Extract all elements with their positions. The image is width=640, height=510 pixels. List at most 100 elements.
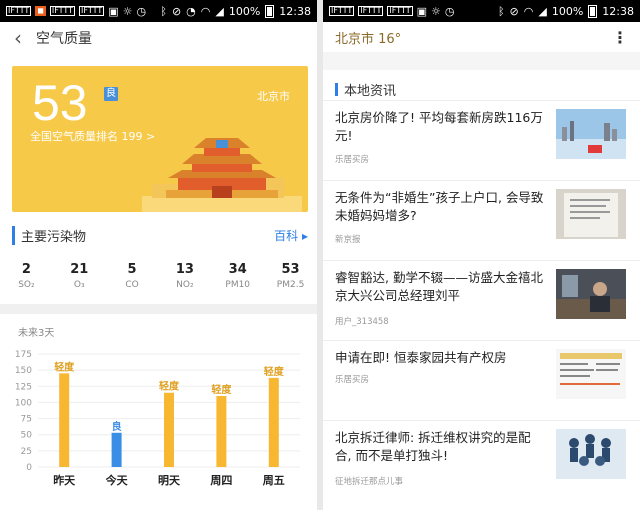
- section-divider: [0, 304, 317, 314]
- image-icon: ▣: [416, 4, 428, 18]
- x-tick-label: 明天: [158, 474, 181, 487]
- x-tick-label: 周四: [210, 474, 232, 487]
- pollutants-title: 主要污染物: [12, 226, 86, 245]
- news-title: 申请在即! 恒泰家园共有产权房: [335, 350, 507, 365]
- forecast-bar[interactable]: [111, 432, 122, 467]
- brightness-icon: ☼: [431, 4, 441, 18]
- y-tick-label: 50: [21, 431, 33, 441]
- y-tick-label: 175: [15, 350, 32, 360]
- news-thumbnail: [556, 269, 626, 319]
- battery-icon: [265, 4, 275, 18]
- pollutant-item: 13 NO₂: [158, 262, 211, 290]
- forecast-bar[interactable]: [216, 395, 227, 467]
- more-options-icon[interactable]: ⋮: [612, 28, 628, 47]
- battery-icon: [588, 4, 598, 18]
- y-tick-label: 75: [21, 415, 32, 425]
- clock-icon: ◔: [186, 4, 196, 18]
- news-title: 北京房价降了! 平均每套新房跌116万元!: [335, 110, 543, 143]
- weather-header: 北京市 16° ⋮: [323, 22, 640, 52]
- pollutant-item: 2 SO₂: [0, 262, 53, 290]
- news-source: 乐居买房: [335, 155, 370, 165]
- battery-percent: 100%: [551, 4, 584, 18]
- pollutant-name: SO₂: [18, 280, 35, 290]
- bar-level-label: 轻度: [159, 380, 180, 393]
- pollutants-header: 主要污染物 百科 ▸: [12, 226, 308, 245]
- pollutant-value: 53: [281, 262, 300, 277]
- forecast-label: 未来3天: [18, 328, 55, 339]
- pollutant-item: 53 PM2.5: [264, 262, 317, 290]
- pollutant-name: NO₂: [176, 280, 194, 290]
- city-label: 北京市: [257, 90, 290, 103]
- encyclopedia-link[interactable]: 百科 ▸: [274, 227, 308, 244]
- ifttt-icon: IFTTT: [6, 6, 32, 16]
- app-header: ‹ 空气质量: [0, 22, 317, 54]
- bar-level-label: 轻度: [211, 383, 232, 396]
- news-thumbnail: [556, 189, 626, 239]
- news-item[interactable]: 北京拆迁律师: 拆迁维权讲究的是配合, 而不是单打独斗! 征地拆迁那点儿事: [323, 420, 640, 500]
- news-item[interactable]: 睿智豁达, 勤学不辍——访盛大金禧北京大兴公司总经理刘平 用户_313458: [323, 260, 640, 340]
- palace-illustration: [142, 138, 302, 212]
- ifttt-icon: IFTTT: [358, 6, 384, 16]
- x-tick-label: 今天: [105, 473, 129, 487]
- battery-percent: 100%: [228, 4, 261, 18]
- ifttt-icon: IFTTT: [49, 6, 76, 16]
- x-tick-label: 周五: [263, 474, 285, 487]
- status-bar: IFTTT ◼ IFTTT IFTTT ▣ ☼ ◷ ᛒ ⊘ ◔ ◠ ◢ 100%…: [0, 0, 317, 22]
- pollutant-name: PM2.5: [276, 280, 305, 290]
- left-screen: IFTTT ◼ IFTTT IFTTT ▣ ☼ ◷ ᛒ ⊘ ◔ ◠ ◢ 100%…: [0, 0, 317, 510]
- pollutant-value: 13: [175, 262, 194, 277]
- y-tick-label: 25: [21, 447, 32, 457]
- wifi-icon: ◠: [523, 4, 534, 18]
- y-tick-label: 0: [26, 463, 32, 473]
- bluetooth-icon: ᛒ: [497, 4, 505, 18]
- aqi-level-badge: 良: [104, 87, 118, 101]
- forecast-bar[interactable]: [268, 377, 279, 467]
- national-rank-link[interactable]: 全国空气质量排名 199 >: [30, 128, 155, 144]
- pollutant-name: O₃: [73, 280, 85, 290]
- bar-level-label: 良: [112, 420, 122, 433]
- news-source: 新京报: [335, 235, 361, 245]
- news-title: 睿智豁达, 勤学不辍——访盛大金禧北京大兴公司总经理刘平: [335, 270, 543, 303]
- section-divider: [323, 52, 640, 70]
- news-source: 乐居买房: [335, 375, 370, 385]
- pollutant-value: 34: [228, 262, 247, 277]
- news-title: 北京拆迁律师: 拆迁维权讲究的是配合, 而不是单打独斗!: [335, 430, 531, 463]
- aqi-card[interactable]: 53 良 全国空气质量排名 199 > 北京市: [12, 66, 308, 212]
- forecast-bar[interactable]: [59, 373, 70, 467]
- mute-icon: ⊘: [509, 4, 519, 18]
- wifi-icon: ◠: [200, 4, 211, 18]
- signal-icon: ◢: [538, 4, 547, 18]
- pollutant-list: 2 SO₂ 21 O₃ 5 CO 13 NO₂ 34 PM10 53 PM2.5: [0, 262, 317, 290]
- status-bar: IFTTT IFTTT IFTTT ▣ ☼ ◷ ᛒ ⊘ ◠ ◢ 100% 12:…: [323, 0, 640, 22]
- pollutant-item: 21 O₃: [53, 262, 106, 290]
- news-item[interactable]: 无条件为“非婚生”孩子上户口, 会导致未婚妈妈增多? 新京报: [323, 180, 640, 260]
- forecast-chart: 0 25 50 75 100 125 150 175 轻度昨天 良今天 轻度明天 轻度周四 轻度周五: [15, 350, 300, 487]
- pollutant-name: CO: [125, 280, 139, 290]
- y-tick-label: 150: [15, 366, 32, 376]
- bluetooth-icon: ᛒ: [160, 4, 167, 18]
- aqi-value: 53: [32, 75, 88, 131]
- alarm-icon: ◷: [444, 4, 455, 18]
- alarm-icon: ◷: [136, 4, 147, 18]
- app-notification-icon: ◼: [35, 6, 46, 16]
- back-arrow-icon[interactable]: ‹: [14, 28, 22, 48]
- y-tick-label: 100: [15, 398, 32, 408]
- pollutant-value: 5: [127, 262, 137, 277]
- news-source: 用户_313458: [335, 317, 389, 327]
- right-screen: IFTTT IFTTT IFTTT ▣ ☼ ◷ ᛒ ⊘ ◠ ◢ 100% 12:…: [323, 0, 640, 510]
- city-weather-title[interactable]: 北京市 16°: [335, 28, 401, 47]
- forecast-bar[interactable]: [164, 392, 174, 467]
- news-thumbnail: [556, 109, 626, 159]
- signal-icon: ◢: [215, 4, 224, 18]
- status-time: 12:38: [279, 4, 311, 18]
- news-thumbnail: [556, 429, 626, 479]
- ifttt-icon: IFTTT: [79, 6, 105, 16]
- news-item[interactable]: 申请在即! 恒泰家园共有产权房 乐居买房: [323, 340, 640, 420]
- news-source: 征地拆迁那点儿事: [335, 477, 404, 487]
- news-item[interactable]: 北京房价降了! 平均每套新房跌116万元! 乐居买房: [323, 100, 640, 180]
- x-tick-label: 昨天: [53, 473, 76, 487]
- ifttt-icon: IFTTT: [329, 6, 355, 16]
- status-time: 12:38: [602, 4, 634, 18]
- image-icon: ▣: [108, 4, 119, 18]
- mute-icon: ⊘: [171, 4, 182, 18]
